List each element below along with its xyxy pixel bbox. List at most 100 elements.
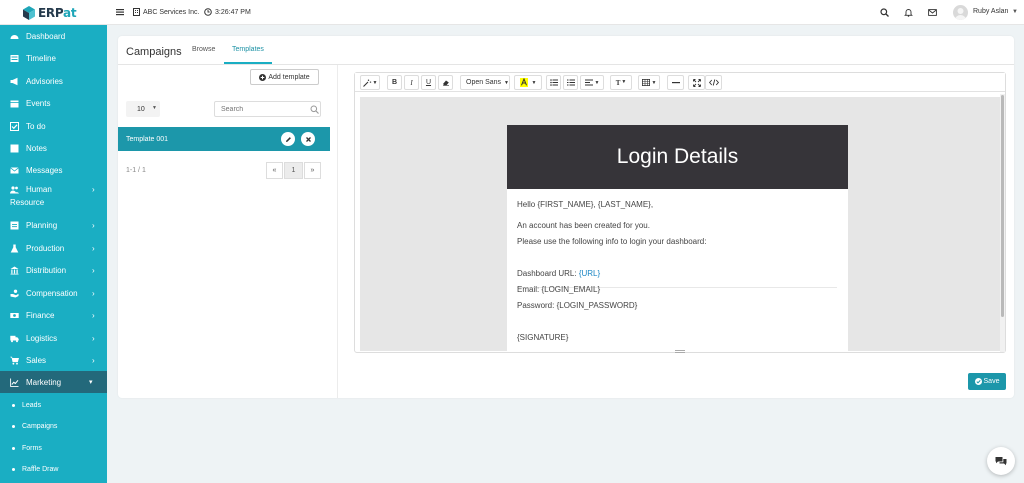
email-template-body[interactable]: Login Details Hello {FIRST_NAME}, {LAST_… [507, 125, 848, 351]
sidebar-subitem-label: Raffle Draw [22, 465, 59, 473]
sidebar-item-marketing[interactable]: Marketing ▾ [0, 371, 107, 393]
envelope-icon [10, 166, 19, 173]
sidebar-item-events[interactable]: Events [0, 92, 107, 114]
avatar[interactable] [953, 5, 968, 20]
sidebar-subitem-raffle-draw[interactable]: Raffle Draw [0, 458, 107, 480]
tab-browse[interactable]: Browse [192, 46, 215, 53]
edit-template-button[interactable] [281, 132, 295, 146]
sidebar-item-notes[interactable]: Notes [0, 137, 107, 159]
cart-icon [10, 356, 19, 365]
caret-down-icon: ▼ [152, 105, 157, 111]
sidebar-item-finance[interactable]: Finance › [0, 304, 107, 326]
pagination-page-1[interactable]: 1 [284, 162, 303, 179]
template-row[interactable]: Template 001 [118, 127, 330, 151]
italic-button[interactable]: I [404, 75, 419, 90]
horizontal-rule-icon [671, 82, 680, 84]
menu-toggle-icon[interactable] [116, 8, 124, 16]
sidebar-item-human-resource-line2[interactable]: Resource [0, 196, 107, 208]
sidebar-item-production[interactable]: Production › [0, 237, 107, 259]
chevron-right-icon: › [92, 310, 95, 320]
clock-time: 3:26:47 PM [215, 8, 251, 16]
sidebar-item-advisories[interactable]: Advisories [0, 70, 107, 92]
sidebar-item-label: Distribution [26, 265, 67, 275]
user-name[interactable]: Ruby Aslan [973, 8, 1008, 15]
check-circle-icon [974, 378, 982, 385]
bullet-icon [12, 424, 15, 428]
expand-icon [692, 78, 701, 87]
sidebar-item-todo[interactable]: To do [0, 115, 107, 137]
chat-launcher-button[interactable] [987, 447, 1015, 475]
underline-button[interactable]: U [421, 75, 436, 90]
flask-icon [10, 244, 19, 252]
sidebar-item-compensation[interactable]: Compensation › [0, 282, 107, 304]
truck-icon [10, 335, 19, 342]
bold-button[interactable]: B [387, 75, 402, 90]
bullet-list-icon [549, 79, 558, 86]
clear-format-button[interactable] [438, 75, 453, 90]
company-selector[interactable]: ABC Services Inc. [133, 8, 199, 16]
users-icon [10, 185, 19, 193]
eraser-icon [442, 80, 449, 86]
font-family-select[interactable]: Open Sans ▼ [460, 75, 510, 90]
sidebar-item-logistics[interactable]: Logistics › [0, 327, 107, 349]
editor-scrollbar-thumb[interactable] [1001, 95, 1004, 317]
money-icon [10, 312, 19, 318]
email-login-email: Email: {LOGIN_EMAIL} [517, 285, 601, 294]
text-color-button[interactable]: ▼ [514, 75, 542, 90]
paragraph-align-button[interactable]: ▼ [580, 75, 604, 90]
dashboard-icon [10, 34, 19, 39]
sidebar-item-human-resource[interactable]: Human › [0, 182, 107, 196]
sidebar-subitem-campaigns[interactable]: Campaigns [0, 415, 107, 437]
style-magic-button[interactable]: ▼ [360, 75, 380, 90]
app-logo[interactable]: ERPat [22, 4, 82, 21]
sidebar-subitem-leads[interactable]: Leads [0, 394, 107, 416]
pagination-next[interactable]: » [304, 162, 321, 179]
delete-template-button[interactable] [301, 132, 315, 146]
sidebar-item-timeline[interactable]: Timeline [0, 47, 107, 69]
template-name: Template 001 [126, 135, 169, 143]
chevron-right-icon: › [92, 265, 95, 275]
bullet-list-button[interactable] [546, 75, 561, 90]
chat-bubbles-icon [995, 456, 1007, 465]
user-menu-caret-icon[interactable]: ▼ [1012, 9, 1018, 15]
search-input[interactable] [215, 102, 305, 116]
sidebar-item-label: Events [26, 98, 51, 108]
sidebar-item-label: Sales [26, 355, 47, 365]
dashboard-url-link[interactable]: {URL} [579, 269, 600, 278]
search-icon[interactable] [310, 105, 319, 114]
sidebar-item-dashboard[interactable]: Dashboard [0, 25, 107, 47]
sidebar-item-sales[interactable]: Sales › [0, 349, 107, 371]
sidebar-item-messages[interactable]: Messages [0, 159, 107, 181]
sidebar-item-distribution[interactable]: Distribution › [0, 259, 107, 281]
caret-down-icon: ▼ [651, 79, 657, 86]
sidebar-item-label: Production [26, 243, 65, 253]
code-view-button[interactable] [705, 75, 722, 90]
bell-icon[interactable] [904, 8, 913, 17]
logo-cube-icon [23, 5, 35, 20]
search-icon[interactable] [880, 8, 889, 17]
sidebar-item-label: Notes [26, 143, 47, 153]
font-size-button[interactable]: T ▼ [610, 75, 632, 90]
editor-canvas[interactable]: Login Details Hello {FIRST_NAME}, {LAST_… [360, 97, 1000, 351]
page-title: Campaigns [126, 46, 182, 58]
pagination-prev[interactable]: « [266, 162, 283, 179]
font-size-label: T [615, 78, 621, 87]
sidebar-subitem-forms[interactable]: Forms [0, 437, 107, 459]
table-button[interactable]: ▼ [638, 75, 660, 90]
fullscreen-button[interactable] [688, 75, 705, 90]
editor-resize-handle[interactable] [675, 350, 685, 353]
chevron-right-icon: › [92, 288, 95, 298]
save-button[interactable]: Save [968, 373, 1006, 390]
page-size-select[interactable]: 10 ▼ [126, 101, 160, 117]
mail-icon[interactable] [928, 8, 937, 17]
add-template-label: Add template [268, 73, 310, 81]
sidebar-item-planning[interactable]: Planning › [0, 214, 107, 236]
add-template-button[interactable]: Add template [250, 69, 319, 85]
hand-money-icon [10, 289, 19, 297]
email-signature: {SIGNATURE} [517, 333, 569, 342]
horizontal-rule-button[interactable] [667, 75, 684, 90]
code-icon [708, 79, 719, 86]
chevron-right-icon: › [92, 220, 95, 230]
tab-templates[interactable]: Templates [232, 46, 264, 53]
numbered-list-button[interactable] [563, 75, 578, 90]
